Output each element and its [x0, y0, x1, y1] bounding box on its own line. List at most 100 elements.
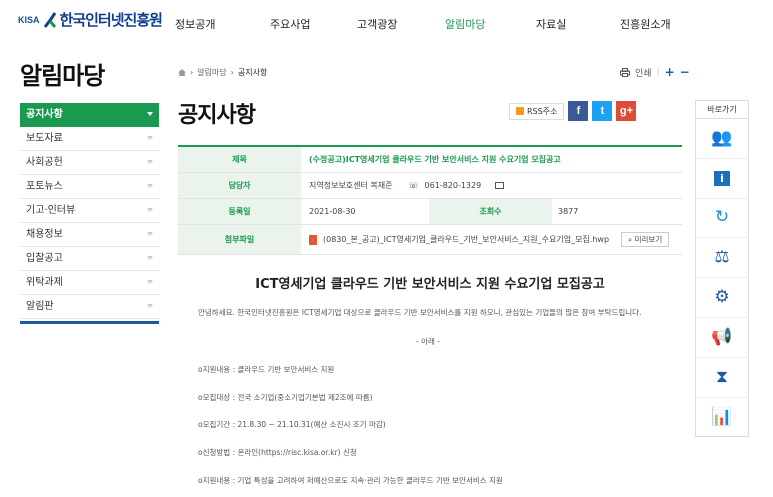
zoom-out-button[interactable]: −: [680, 65, 690, 79]
quick-menu: 바로가기 👥 i ↻ ⚖ ⚙ 📢 ⧗ 📊: [695, 100, 749, 437]
chevron-down-icon: [147, 304, 153, 308]
hwp-file-icon: [309, 234, 317, 245]
facebook-share-icon[interactable]: f: [568, 101, 589, 121]
logo-name: 한국인터넷진흥원: [59, 11, 163, 29]
content-line: o모집기간 : 21.8.30 ~ 21.10.31(예산 소진시 조기 마감): [198, 420, 386, 429]
home-icon[interactable]: [178, 69, 186, 76]
rss-icon: [516, 107, 524, 115]
breadcrumb-current: 공지사항: [237, 68, 268, 77]
sidebar-item-social[interactable]: 사회공헌: [20, 151, 159, 175]
megaphone-icon: 📢: [711, 326, 733, 347]
info-label-author: 담당자: [178, 173, 301, 198]
preview-label: 미리보기: [634, 235, 663, 244]
sidebar-item-task[interactable]: 위탁과제: [20, 271, 159, 295]
print-button[interactable]: 인쇄: [635, 66, 652, 79]
breadcrumb-parent[interactable]: 알림마당: [197, 67, 226, 78]
chevron-down-icon: [147, 208, 153, 212]
chevron-down-icon: [147, 232, 153, 236]
sidebar-item-interview[interactable]: 기고·인터뷰: [20, 199, 159, 223]
notice-date: 2021-08-30: [309, 206, 356, 216]
quick-item[interactable]: ⚙: [696, 278, 748, 318]
sidebar-item-photo[interactable]: 포토뉴스: [20, 175, 159, 199]
notice-info-table: 제목 (수정공고)ICT영세기업 클라우드 기반 보안서비스 지원 수요기업 모…: [178, 145, 682, 255]
nav-item-archive[interactable]: 자료실: [536, 16, 620, 32]
info-label-attachment: 첨부파일: [178, 225, 301, 254]
util-divider: |: [656, 67, 660, 77]
sidebar-item-label: 알림판: [26, 301, 54, 312]
quick-item[interactable]: 📊: [696, 398, 748, 438]
sidebar-item-board[interactable]: 알림판: [20, 295, 159, 319]
content-line: o지원내용 : 기업 특성을 고려하여 저예산으로도 지속·관리 가능한 클라우…: [198, 476, 503, 485]
info-label-title: 제목: [178, 147, 301, 172]
gears-icon: ⚙: [714, 287, 730, 308]
growth-chart-icon: 📊: [711, 406, 733, 427]
hourglass-icon: ⧗: [716, 366, 728, 387]
rss-label: RSS주소: [527, 106, 558, 116]
info-label-views: 조회수: [429, 199, 552, 224]
notice-views: 3877: [558, 206, 579, 216]
sidebar-item-recruit[interactable]: 채용정보: [20, 223, 159, 247]
preview-button[interactable]: ⌕ 미리보기: [621, 232, 670, 247]
nav-item-business[interactable]: 주요사업: [270, 16, 357, 32]
quick-item[interactable]: 📢: [696, 318, 748, 358]
sidebar-item-label: 채용정보: [26, 229, 63, 240]
scale-icon: ⚖: [714, 247, 730, 268]
nav-item-about[interactable]: 진흥원소개: [620, 16, 700, 32]
quick-item[interactable]: i: [696, 159, 748, 199]
mail-icon[interactable]: [495, 182, 505, 189]
sidebar-item-label: 포토뉴스: [26, 181, 63, 192]
content-intro: 안녕하세요. 한국인터넷진흥원은 ICT영세기업 대상으로 클라우드 기반 보안…: [198, 308, 642, 317]
attachment-link[interactable]: (0830_본_공고)_ICT영세기업_클라우드_기반_보안서비스_지원_수요기…: [323, 225, 609, 255]
sidebar-title: 알림마당: [20, 62, 105, 90]
page-title: 공지사항: [178, 103, 256, 128]
info-icon: i: [714, 170, 730, 186]
notice-phone: 061-820-1329: [424, 180, 482, 190]
quick-item[interactable]: ⚖: [696, 238, 748, 279]
magnifier-icon: ⌕: [628, 235, 635, 244]
util-bar: 인쇄 | + −: [620, 65, 690, 79]
sidebar: 공지사항 보도자료 사회공헌 포토뉴스 기고·인터뷰 채용정보 입찰공고 위탁과…: [20, 103, 159, 324]
chevron-down-icon: [147, 256, 153, 260]
sidebar-item-label: 보도자료: [26, 133, 63, 144]
sidebar-divider: [20, 321, 159, 324]
content-below-marker: - 아래 -: [416, 337, 440, 346]
people-icon: 👥: [711, 127, 733, 148]
googleplus-share-icon[interactable]: g+: [616, 101, 637, 121]
refresh-icon: ↻: [714, 207, 730, 228]
logo-mark-icon: [43, 11, 56, 28]
share-bar: RSS주소 f t g+: [509, 101, 637, 121]
rss-button[interactable]: RSS주소: [509, 102, 565, 120]
nav-item-notice[interactable]: 알림마당: [445, 16, 536, 32]
nav-item-info[interactable]: 정보공개: [175, 16, 270, 32]
quick-menu-title: 바로가기: [696, 101, 748, 119]
main-nav: 정보공개 주요사업 고객광장 알림마당 자료실 진흥원소개: [175, 16, 700, 32]
chevron-down-icon: [147, 136, 153, 140]
sidebar-item-label: 사회공헌: [26, 157, 63, 168]
print-icon[interactable]: [620, 67, 630, 77]
content-line: o신청방법 : 온라인(https://risc.kisa.or.kr) 신청: [198, 448, 357, 457]
breadcrumb-separator: ›: [230, 68, 234, 77]
zoom-in-button[interactable]: +: [665, 65, 675, 79]
chevron-down-icon: [147, 112, 153, 116]
sidebar-item-label: 입찰공고: [26, 253, 63, 264]
breadcrumb: › 알림마당 › 공지사항: [178, 67, 267, 78]
content-line: o지원내용 : 클라우드 기반 보안서비스 지원: [198, 365, 335, 374]
site-logo[interactable]: KISA 한국인터넷진흥원: [18, 9, 163, 30]
content-heading: ICT영세기업 클라우드 기반 보안서비스 지원 수요기업 모집공고: [255, 277, 605, 292]
info-label-date: 등록일: [178, 199, 301, 224]
twitter-share-icon[interactable]: t: [592, 101, 613, 121]
quick-item[interactable]: 👥: [696, 119, 748, 159]
nav-item-customer[interactable]: 고객광장: [357, 16, 445, 32]
sidebar-item-label: 공지사항: [26, 109, 63, 120]
phone-icon: ☏: [408, 180, 419, 190]
sidebar-item-bid[interactable]: 입찰공고: [20, 247, 159, 271]
info-row-author: 담당자 지역정보보호센터 복채준 ☏ 061-820-1329: [178, 173, 682, 199]
sidebar-item-label: 기고·인터뷰: [26, 205, 76, 216]
quick-item[interactable]: ↻: [696, 199, 748, 239]
sidebar-item-press[interactable]: 보도자료: [20, 127, 159, 151]
sidebar-item-notice[interactable]: 공지사항: [20, 103, 159, 127]
chevron-down-icon: [147, 184, 153, 188]
logo-kisa-text: KISA: [18, 14, 40, 25]
quick-item[interactable]: ⧗: [696, 358, 748, 398]
info-row-date: 등록일 2021-08-30 조회수 3877: [178, 199, 682, 225]
